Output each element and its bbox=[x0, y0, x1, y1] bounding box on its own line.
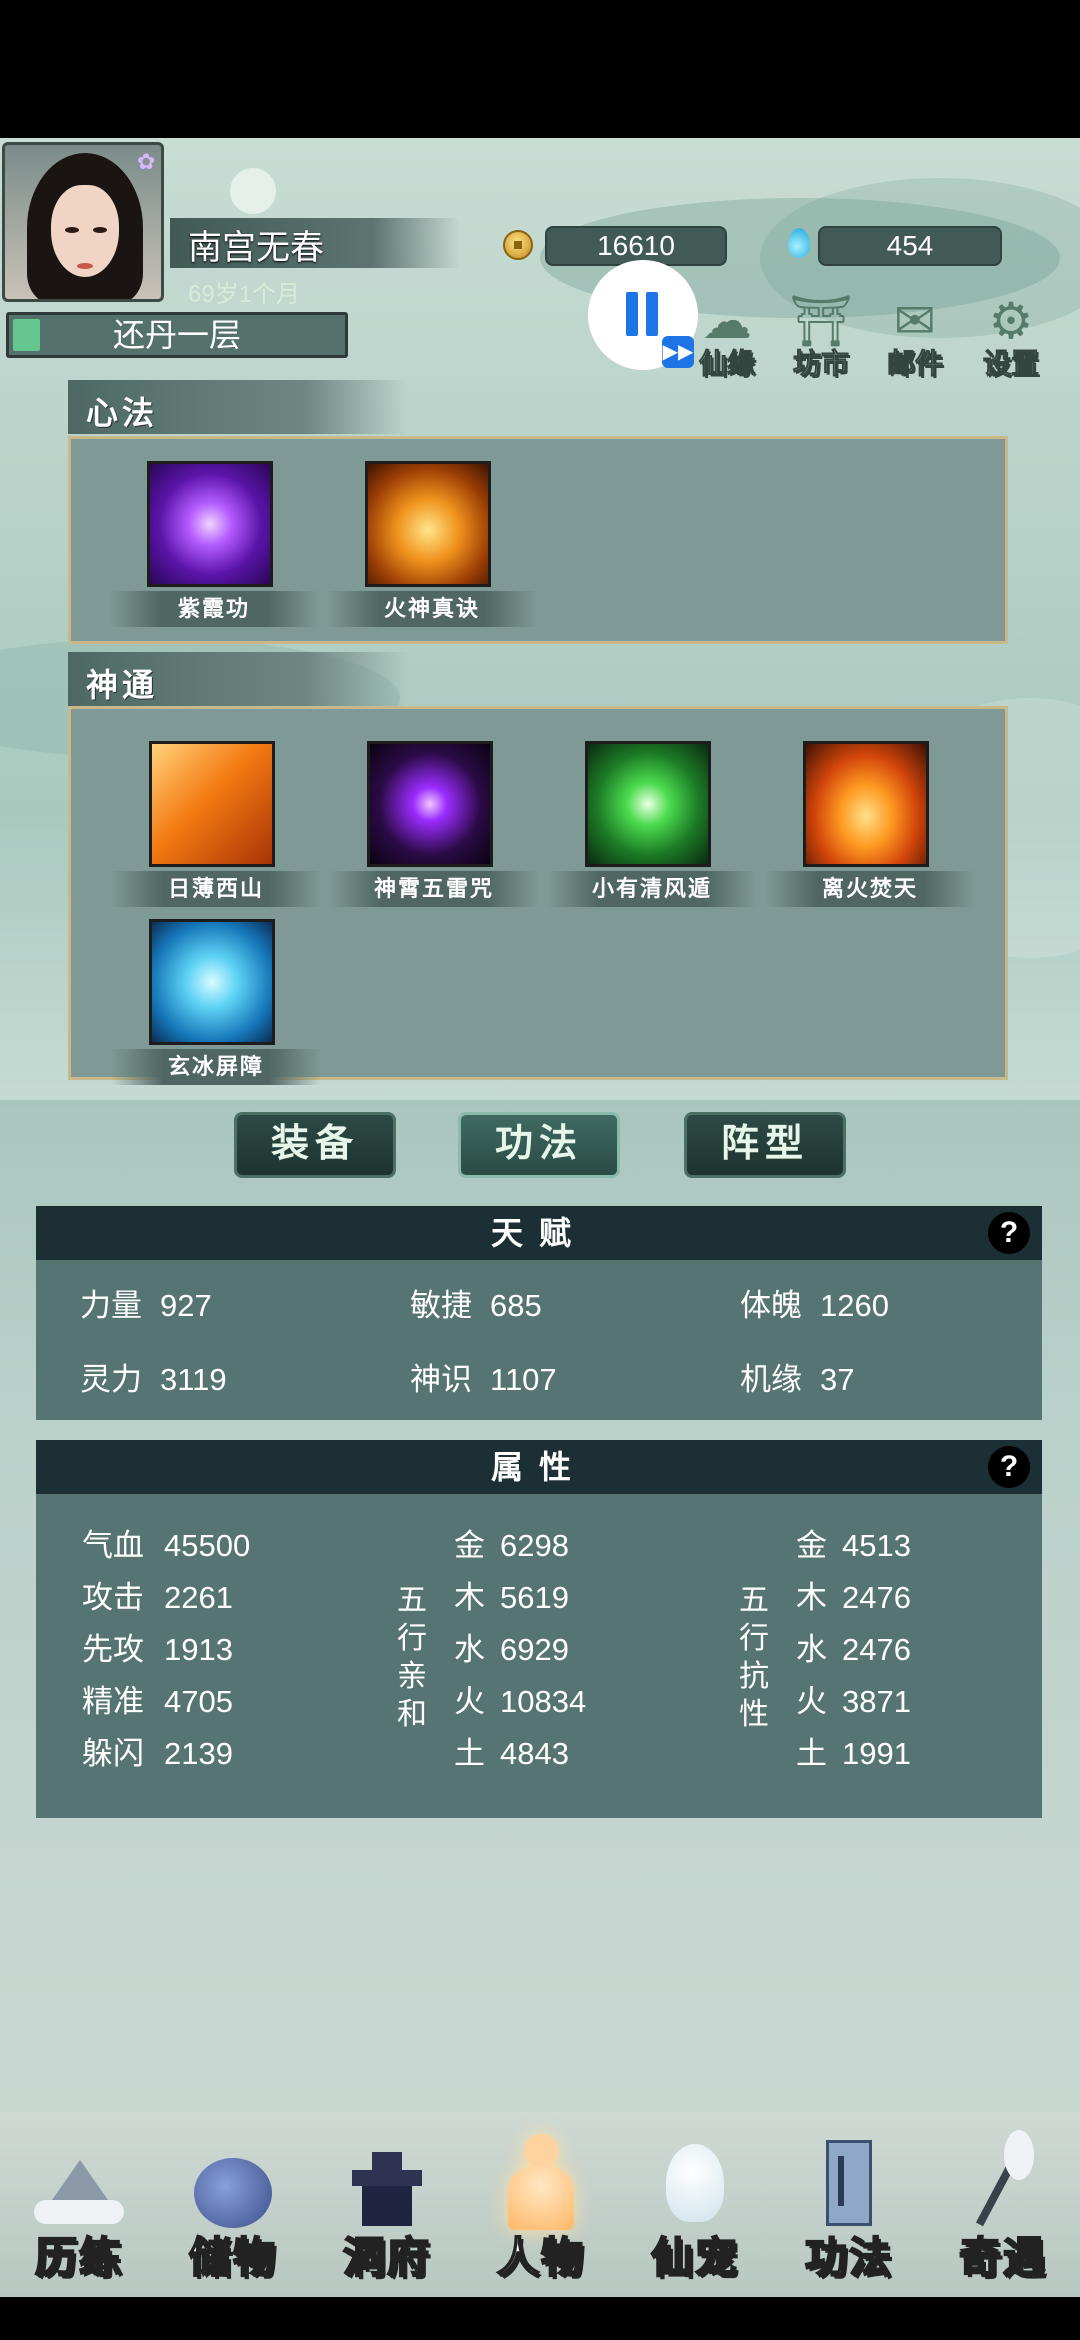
market-button[interactable]: ⛩ 坊市 bbox=[776, 290, 866, 390]
talent-help-button[interactable]: ? bbox=[988, 1212, 1030, 1254]
skill-name: 小有清风遁 bbox=[547, 871, 757, 907]
talent-stat: 灵力 3119 bbox=[80, 1362, 227, 1397]
attribute-stat: 土 1991 bbox=[796, 1736, 911, 1771]
xinfa-title: 心法 bbox=[86, 395, 159, 431]
fire-meteor-icon bbox=[149, 741, 275, 867]
affinity-label: 五行亲和 bbox=[397, 1584, 427, 1731]
xianyuan-button[interactable]: ☁ 仙缘 bbox=[682, 290, 772, 390]
shentong-skill-4[interactable]: 离火焚天 bbox=[765, 741, 975, 911]
shentong-skill-1[interactable]: 日薄西山 bbox=[111, 741, 321, 911]
attribute-stat: 木 2476 bbox=[796, 1580, 911, 1615]
ice-crystal-icon bbox=[149, 919, 275, 1045]
talent-stat: 神识 1107 bbox=[410, 1362, 557, 1397]
nav-label: 奇遇 bbox=[958, 2233, 1047, 2282]
attributes-help-button[interactable]: ? bbox=[988, 1446, 1030, 1488]
realm-progress-bar: 还丹一层 bbox=[6, 312, 348, 358]
attributes-box: 属性 ? 气血 45500 攻击 2261 先攻 1913 精准 4705 躲闪 2139 五行亲… bbox=[36, 1440, 1042, 1818]
attribute-stat: 先攻 1913 bbox=[82, 1632, 233, 1667]
settings-button[interactable]: ⚙ 设置 bbox=[966, 290, 1056, 390]
flower-icon: ✿ bbox=[137, 149, 156, 174]
nav-label: 人物 bbox=[496, 2233, 585, 2282]
pause-icon bbox=[626, 292, 638, 336]
nav-item-mountain[interactable]: 历练 bbox=[4, 2130, 154, 2300]
purple-vortex-icon bbox=[147, 461, 273, 587]
talent-stat: 力量 927 bbox=[80, 1288, 212, 1323]
attribute-stat: 火 3871 bbox=[796, 1684, 911, 1719]
attribute-stat: 土 4843 bbox=[454, 1736, 569, 1771]
fire-god-icon bbox=[365, 461, 491, 587]
talent-stat: 体魄 1260 bbox=[740, 1288, 889, 1323]
attributes-header: 属性 ? bbox=[36, 1440, 1042, 1494]
coin-icon bbox=[503, 230, 533, 260]
skill-name: 离火焚天 bbox=[765, 871, 975, 907]
gem-value: 454 bbox=[886, 230, 934, 261]
green-wind-icon bbox=[585, 741, 711, 867]
nav-item-pouch[interactable]: 储物 bbox=[158, 2130, 308, 2300]
nav-label: 储物 bbox=[188, 2233, 277, 2282]
player-name: 南宫无春 bbox=[188, 229, 324, 267]
attribute-stat: 精准 4705 bbox=[82, 1684, 233, 1719]
settings-label: 设置 bbox=[982, 348, 1039, 380]
fire-ring-icon bbox=[803, 741, 929, 867]
skill-name: 日薄西山 bbox=[111, 871, 321, 907]
shentong-skill-2[interactable]: 神霄五雷咒 bbox=[329, 741, 539, 911]
realm-label: 还丹一层 bbox=[112, 317, 241, 353]
player-age: 69岁1个月 bbox=[188, 281, 301, 308]
talent-stat: 敏捷 685 bbox=[410, 1288, 542, 1323]
attribute-stat: 气血 45500 bbox=[82, 1528, 251, 1563]
skill-name: 神霄五雷咒 bbox=[329, 871, 539, 907]
nav-item-scroll[interactable]: 功法 bbox=[774, 2130, 924, 2300]
attribute-stat: 躲闪 2139 bbox=[82, 1736, 233, 1771]
attribute-stat: 木 5619 bbox=[454, 1580, 569, 1615]
attribute-stat: 水 6929 bbox=[454, 1632, 569, 1667]
nav-item-person[interactable]: 人物 bbox=[466, 2130, 616, 2300]
xinfa-panel: 紫霞功 火神真诀 bbox=[68, 436, 1008, 644]
coin-value: 16610 bbox=[597, 230, 675, 261]
tab-formation[interactable]: 阵型 bbox=[684, 1112, 846, 1178]
system-nav-strip bbox=[0, 2297, 1080, 2340]
attribute-stat: 水 2476 bbox=[796, 1632, 911, 1667]
nav-label: 洞府 bbox=[342, 2233, 431, 2282]
attribute-stat: 金 6298 bbox=[454, 1528, 569, 1563]
xinfa-skill-1[interactable]: 紫霞功 bbox=[109, 461, 319, 631]
xianyuan-label: 仙缘 bbox=[698, 348, 755, 380]
nav-item-spirit-pet[interactable]: 仙宠 bbox=[620, 2130, 770, 2300]
attribute-stat: 火 10834 bbox=[454, 1684, 587, 1719]
shentong-skill-3[interactable]: 小有清风遁 bbox=[547, 741, 757, 911]
talent-box: 天赋 ? 力量 927 敏捷 685 体魄 1260 灵力 3119 神识 1107 机缘… bbox=[36, 1206, 1042, 1420]
attribute-stat: 金 4513 bbox=[796, 1528, 911, 1563]
shentong-skill-5[interactable]: 玄冰屏障 bbox=[111, 919, 321, 1089]
tab-equipment[interactable]: 装备 bbox=[234, 1112, 396, 1178]
resist-label: 五行抗性 bbox=[739, 1584, 769, 1731]
player-avatar[interactable]: ✿ bbox=[2, 142, 164, 302]
attributes-title: 属性 bbox=[490, 1449, 587, 1485]
skill-name: 火神真诀 bbox=[327, 591, 537, 627]
market-label: 坊市 bbox=[792, 348, 849, 380]
attribute-stat: 攻击 2261 bbox=[82, 1580, 233, 1615]
spirit-stone-icon bbox=[788, 228, 810, 258]
xinfa-section-title: 心法 bbox=[68, 380, 408, 434]
talent-stat: 机缘 37 bbox=[740, 1362, 855, 1397]
nav-item-palace[interactable]: 洞府 bbox=[312, 2130, 462, 2300]
nav-label: 仙宠 bbox=[650, 2233, 739, 2282]
xinfa-skill-2[interactable]: 火神真诀 bbox=[327, 461, 537, 631]
talent-header: 天赋 ? bbox=[36, 1206, 1042, 1260]
mail-button[interactable]: ✉ 邮件 bbox=[870, 290, 960, 390]
nav-item-staff[interactable]: 奇遇 bbox=[928, 2130, 1078, 2300]
nav-label: 功法 bbox=[804, 2233, 893, 2282]
game-screen: { "player": {"name":"南宫无春","age":"69岁1个月… bbox=[0, 0, 1080, 2340]
skill-name: 紫霞功 bbox=[109, 591, 319, 627]
gem-counter: 454 bbox=[818, 226, 1002, 266]
lightning-icon bbox=[367, 741, 493, 867]
shentong-panel: 日薄西山 神霄五雷咒 小有清风遁 离火焚天 玄冰屏障 bbox=[68, 706, 1008, 1085]
tab-skills[interactable]: 功法 bbox=[458, 1112, 620, 1178]
skill-name: 玄冰屏障 bbox=[111, 1049, 321, 1085]
mail-label: 邮件 bbox=[886, 348, 943, 380]
shentong-section-title: 神通 bbox=[68, 652, 408, 706]
shentong-title: 神通 bbox=[86, 667, 159, 703]
talent-title: 天赋 bbox=[490, 1215, 587, 1251]
nav-label: 历练 bbox=[34, 2233, 123, 2282]
